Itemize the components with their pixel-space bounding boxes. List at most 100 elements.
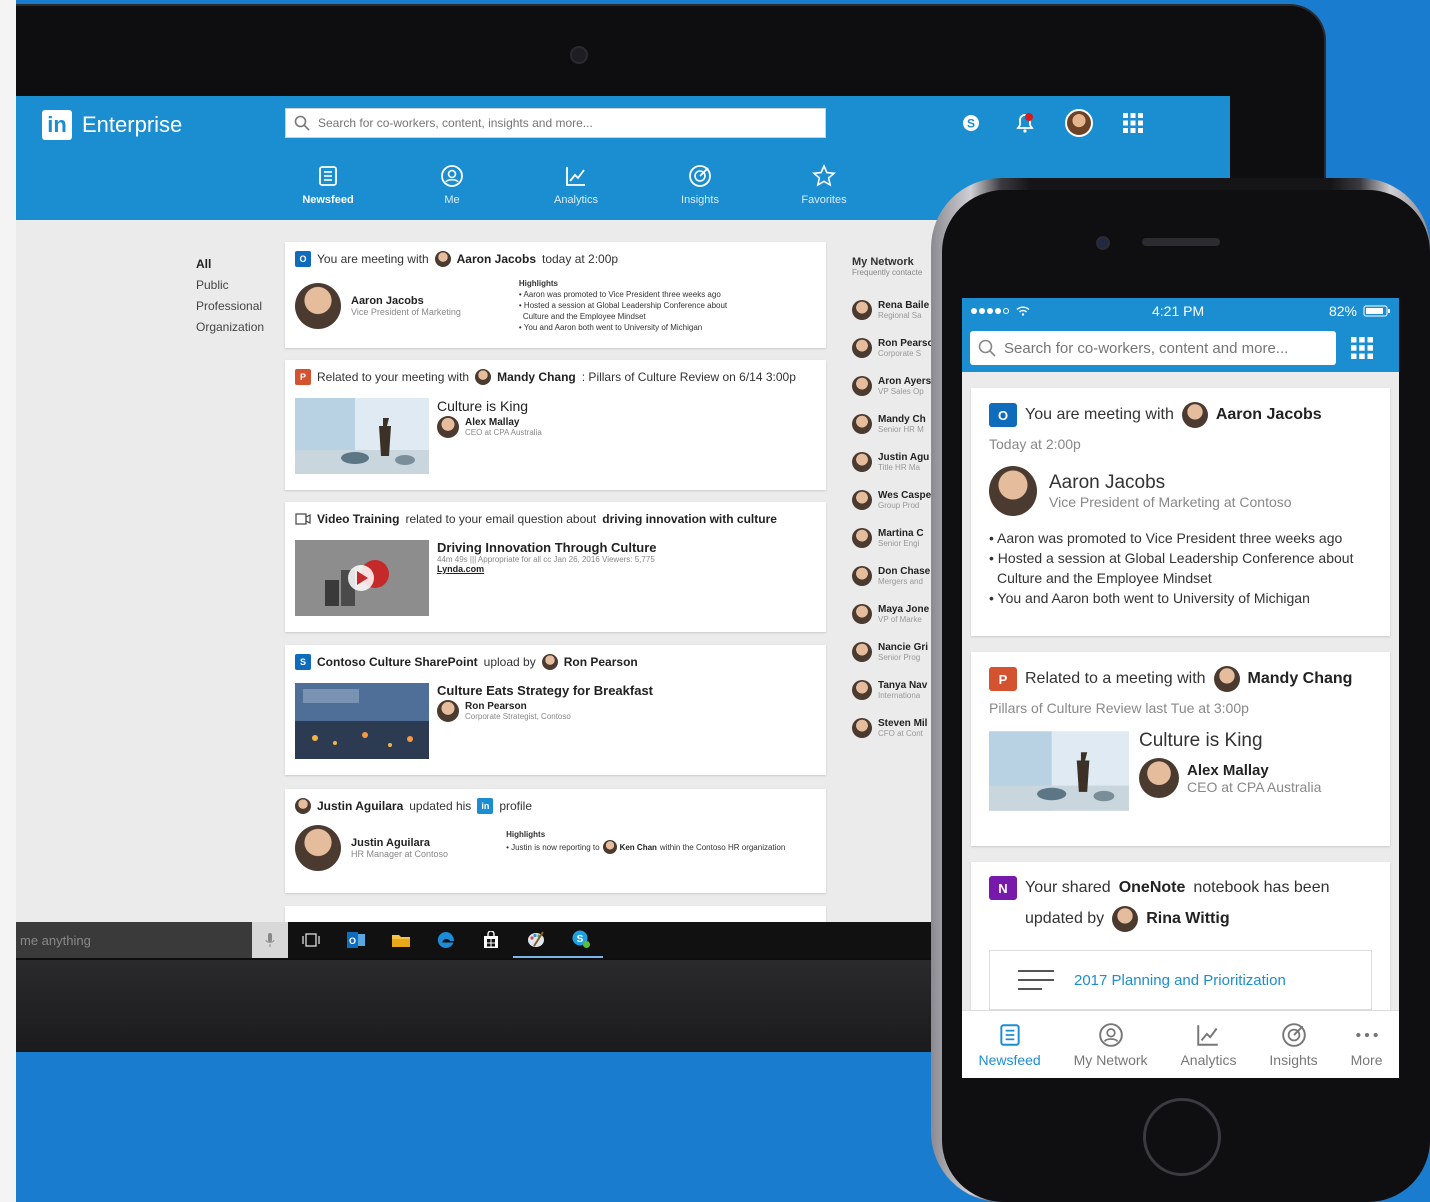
nav-newsfeed[interactable]: Newsfeed (978, 1022, 1041, 1068)
chess-thumbnail-image[interactable] (295, 398, 429, 474)
network-contact[interactable]: Aron Ayers VP Sales Op (852, 367, 932, 405)
tab-me[interactable]: Me (390, 164, 514, 206)
contact-name[interactable]: Justin Agu (878, 452, 929, 463)
tab-insights[interactable]: Insights (638, 164, 762, 206)
feed-filters: All Public Professional Organization (196, 254, 264, 338)
chess-thumbnail-image[interactable] (989, 730, 1129, 812)
contact-name[interactable]: Mandy Ch (878, 414, 926, 425)
person-link[interactable]: Justin Aguilara (317, 799, 403, 813)
nav-my-network[interactable]: My Network (1074, 1022, 1148, 1068)
contact-name[interactable]: Don Chase (878, 566, 930, 577)
sharepoint-card[interactable]: S Contoso Culture SharePoint upload by R… (285, 645, 826, 775)
author-name[interactable]: Alex Mallay (1187, 762, 1321, 779)
avatar (852, 376, 872, 396)
network-contact[interactable]: Steven Mil CFO at Cont (852, 709, 932, 747)
contact-name[interactable]: Nancie Gri (878, 642, 928, 653)
file-explorer-icon[interactable] (378, 922, 423, 958)
network-contact[interactable]: Don Chase Mergers and (852, 557, 932, 595)
phone-onenote-card[interactable]: N Your shared OneNote notebook has been … (971, 862, 1390, 1022)
person-name[interactable]: Aaron Jacobs (351, 295, 461, 307)
filter-all[interactable]: All (196, 254, 264, 275)
nav-analytics[interactable]: Analytics (1180, 1022, 1237, 1068)
related-document-card[interactable]: P Related to your meeting with Mandy Cha… (285, 360, 826, 490)
document-title[interactable]: Culture is King (437, 398, 542, 414)
person-name[interactable]: Aaron Jacobs (1049, 472, 1292, 494)
person-name[interactable]: Justin Aguilara (351, 837, 448, 849)
filter-public[interactable]: Public (196, 275, 264, 296)
site-link[interactable]: Contoso Culture SharePoint (317, 655, 478, 669)
phone-meeting-card[interactable]: O You are meeting with Aaron Jacobs Toda… (971, 388, 1390, 636)
nav-insights[interactable]: Insights (1269, 1022, 1318, 1068)
contact-name[interactable]: Rena Baile (878, 300, 929, 311)
phone-related-card[interactable]: P Related to a meeting with Mandy Chang … (971, 652, 1390, 846)
network-contact[interactable]: Maya Jone VP of Marke (852, 595, 932, 633)
notebook-lines-icon (1018, 970, 1054, 990)
highlight-person[interactable]: Ken Chan (620, 842, 657, 853)
outlook-taskbar-icon[interactable]: O (333, 922, 378, 958)
header-text: upload by (483, 655, 536, 669)
nav-more[interactable]: More (1351, 1022, 1383, 1068)
contact-name[interactable]: Aron Ayers (878, 376, 931, 387)
store-icon[interactable] (468, 922, 513, 958)
network-contact[interactable]: Mandy Ch Senior HR M (852, 405, 932, 443)
video-training-card[interactable]: Video Training related to your email que… (285, 502, 826, 632)
network-contact[interactable]: Tanya Nav Internationa (852, 671, 932, 709)
avatar (852, 680, 872, 700)
filter-professional[interactable]: Professional (196, 296, 264, 317)
phone-search-field[interactable] (970, 331, 1336, 365)
microphone-icon[interactable] (252, 922, 288, 958)
person-link[interactable]: Mandy Chang (497, 370, 576, 384)
video-thumbnail-image[interactable] (295, 540, 429, 616)
person-link[interactable]: Ron Pearson (564, 655, 638, 669)
phone-search-input[interactable] (1004, 339, 1324, 357)
filter-organization[interactable]: Organization (196, 317, 264, 338)
network-contact[interactable]: Rena Baile Regional Sa (852, 291, 932, 329)
app-launcher-icon[interactable] (1118, 108, 1148, 138)
contact-name[interactable]: Ron Pearso (878, 338, 932, 349)
app-launcher-icon[interactable] (1350, 336, 1374, 360)
meeting-card[interactable]: O You are meeting with Aaron Jacobs toda… (285, 242, 826, 348)
person-link[interactable]: Mandy Chang (1248, 670, 1353, 688)
network-contact[interactable]: Wes Caspe Group Prod (852, 481, 932, 519)
contact-name[interactable]: Steven Mil (878, 718, 927, 729)
city-thumbnail-image[interactable] (295, 683, 429, 759)
contact-name[interactable]: Wes Caspe (878, 490, 931, 501)
author-name[interactable]: Ron Pearson (465, 701, 571, 712)
tab-analytics[interactable]: Analytics (514, 164, 638, 206)
search-bar[interactable] (285, 108, 826, 138)
document-title[interactable]: Culture is King (1139, 730, 1321, 752)
document-title[interactable]: Culture Eats Strategy for Breakfast (437, 683, 653, 698)
phone-home-button[interactable] (1143, 1098, 1221, 1176)
contact-name[interactable]: Maya Jone (878, 604, 929, 615)
notebook-link[interactable]: 2017 Planning and Prioritization (989, 950, 1372, 1010)
author-name[interactable]: Alex Mallay (465, 417, 542, 428)
tab-favorites[interactable]: Favorites (762, 164, 886, 206)
my-network-icon (1098, 1022, 1123, 1047)
notifications-bell-icon[interactable] (1010, 108, 1040, 138)
search-input[interactable] (318, 116, 798, 130)
lynda-logo[interactable]: Lynda.com (437, 564, 657, 574)
tab-newsfeed[interactable]: Newsfeed (266, 164, 390, 206)
top-actions: S (956, 108, 1148, 138)
person-link[interactable]: Rina Wittig (1146, 910, 1229, 928)
notebook-title[interactable]: 2017 Planning and Prioritization (1074, 972, 1286, 989)
video-title[interactable]: Driving Innovation Through Culture (437, 540, 657, 555)
tab-label: Favorites (801, 194, 847, 206)
network-contact[interactable]: Martina C Senior Engi (852, 519, 932, 557)
person-link[interactable]: Aaron Jacobs (1216, 406, 1322, 424)
paint-app-icon[interactable] (513, 922, 558, 958)
task-view-icon[interactable] (288, 922, 333, 958)
profile-avatar[interactable] (1064, 108, 1094, 138)
network-contact[interactable]: Justin Agu Title HR Ma (852, 443, 932, 481)
contact-name[interactable]: Martina C (878, 528, 924, 539)
edge-browser-icon[interactable] (423, 922, 468, 958)
network-contact[interactable]: Nancie Gri Senior Prog (852, 633, 932, 671)
contact-name[interactable]: Tanya Nav (878, 680, 927, 691)
cortana-search[interactable]: me anything (16, 922, 252, 958)
skype-taskbar-icon[interactable]: S (558, 922, 603, 958)
profile-update-card[interactable]: Justin Aguilara updated his in profile J… (285, 789, 826, 893)
skype-icon[interactable]: S (956, 108, 986, 138)
person-link[interactable]: Aaron Jacobs (457, 252, 536, 266)
network-contact[interactable]: Ron Pearso Corporate S (852, 329, 932, 367)
brand-logo[interactable]: in Enterprise (42, 110, 182, 140)
